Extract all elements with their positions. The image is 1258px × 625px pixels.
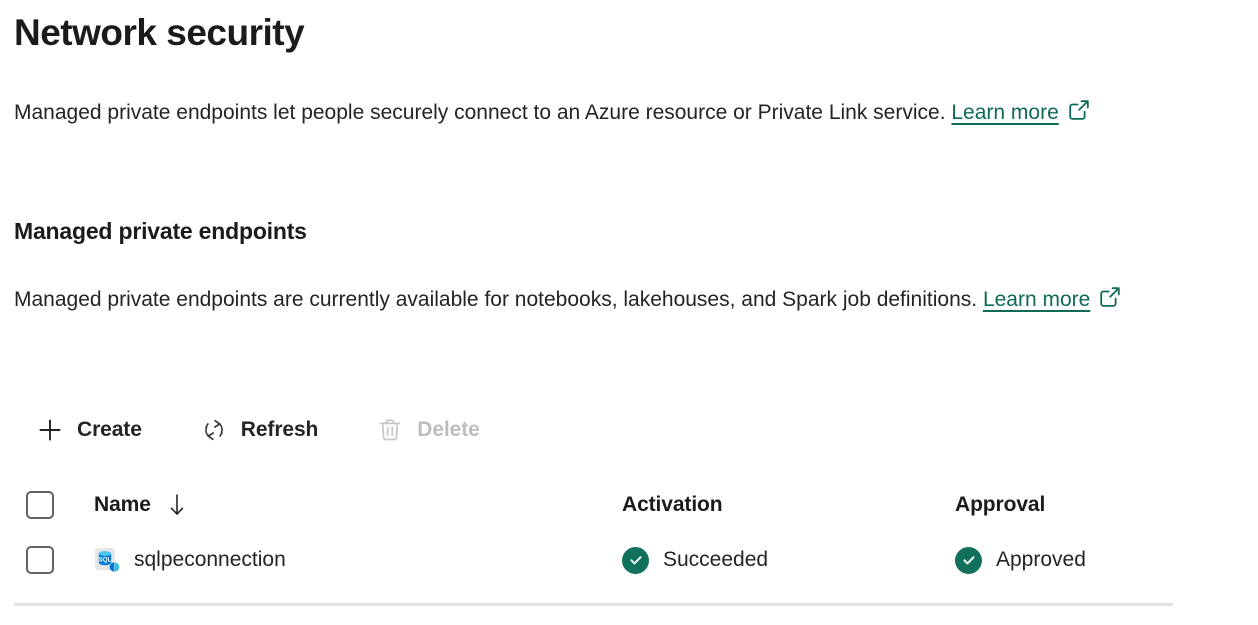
check-circle-icon xyxy=(622,547,649,574)
column-header-activation-label: Activation xyxy=(622,493,723,517)
row-name-value: sqlpeconnection xyxy=(134,548,286,572)
row-checkbox[interactable] xyxy=(26,546,54,574)
column-header-activation[interactable]: Activation xyxy=(608,493,939,517)
intro-text: Managed private endpoints let people sec… xyxy=(14,101,951,124)
network-security-page: Network security Managed private endpoin… xyxy=(0,0,1258,625)
column-header-name-label: Name xyxy=(94,493,151,517)
section-learn-more-link[interactable]: Learn more xyxy=(983,288,1090,311)
svg-text:SQL: SQL xyxy=(99,557,112,564)
intro-paragraph: Managed private endpoints let people sec… xyxy=(14,92,1174,136)
refresh-button-label: Refresh xyxy=(241,418,319,442)
approval-status-label: Approved xyxy=(996,548,1086,572)
azure-sql-database-icon: SQL xyxy=(94,547,120,573)
table-header-row: Name Activation Approval xyxy=(14,478,1174,532)
delete-button[interactable]: Delete xyxy=(376,409,489,451)
activation-status-badge: Succeeded xyxy=(622,547,768,574)
check-circle-icon xyxy=(955,547,982,574)
select-all-checkbox[interactable] xyxy=(26,491,54,519)
table-bottom-divider xyxy=(14,603,1173,606)
page-title: Network security xyxy=(14,10,304,56)
intro-learn-more-link[interactable]: Learn more xyxy=(951,101,1058,124)
create-button[interactable]: Create xyxy=(36,409,152,451)
table-row[interactable]: SQL sqlpeconnection Succeeded xyxy=(14,532,1174,588)
refresh-icon xyxy=(200,416,228,444)
row-select-cell xyxy=(14,546,94,574)
delete-button-label: Delete xyxy=(417,418,479,442)
managed-private-endpoints-table: Name Activation Approval xyxy=(14,478,1174,588)
row-approval-cell: Approved xyxy=(939,547,1174,574)
plus-icon xyxy=(36,416,64,444)
section-text: Managed private endpoints are currently … xyxy=(14,288,983,311)
open-in-new-icon[interactable] xyxy=(1067,95,1091,136)
refresh-button[interactable]: Refresh xyxy=(200,409,329,451)
column-header-approval[interactable]: Approval xyxy=(939,493,1174,517)
activation-status-label: Succeeded xyxy=(663,548,768,572)
select-all-cell xyxy=(14,491,94,519)
create-button-label: Create xyxy=(77,418,142,442)
command-bar: Create Refresh xyxy=(36,408,538,452)
column-header-approval-label: Approval xyxy=(955,493,1045,517)
row-name-cell: SQL sqlpeconnection xyxy=(94,547,608,573)
sort-descending-icon xyxy=(167,492,187,518)
row-activation-cell: Succeeded xyxy=(608,547,939,574)
open-in-new-icon[interactable] xyxy=(1098,282,1122,323)
trash-icon xyxy=(376,416,404,444)
column-header-name[interactable]: Name xyxy=(94,492,608,518)
approval-status-badge: Approved xyxy=(955,547,1086,574)
section-paragraph: Managed private endpoints are currently … xyxy=(14,279,1174,323)
section-title: Managed private endpoints xyxy=(14,218,307,245)
